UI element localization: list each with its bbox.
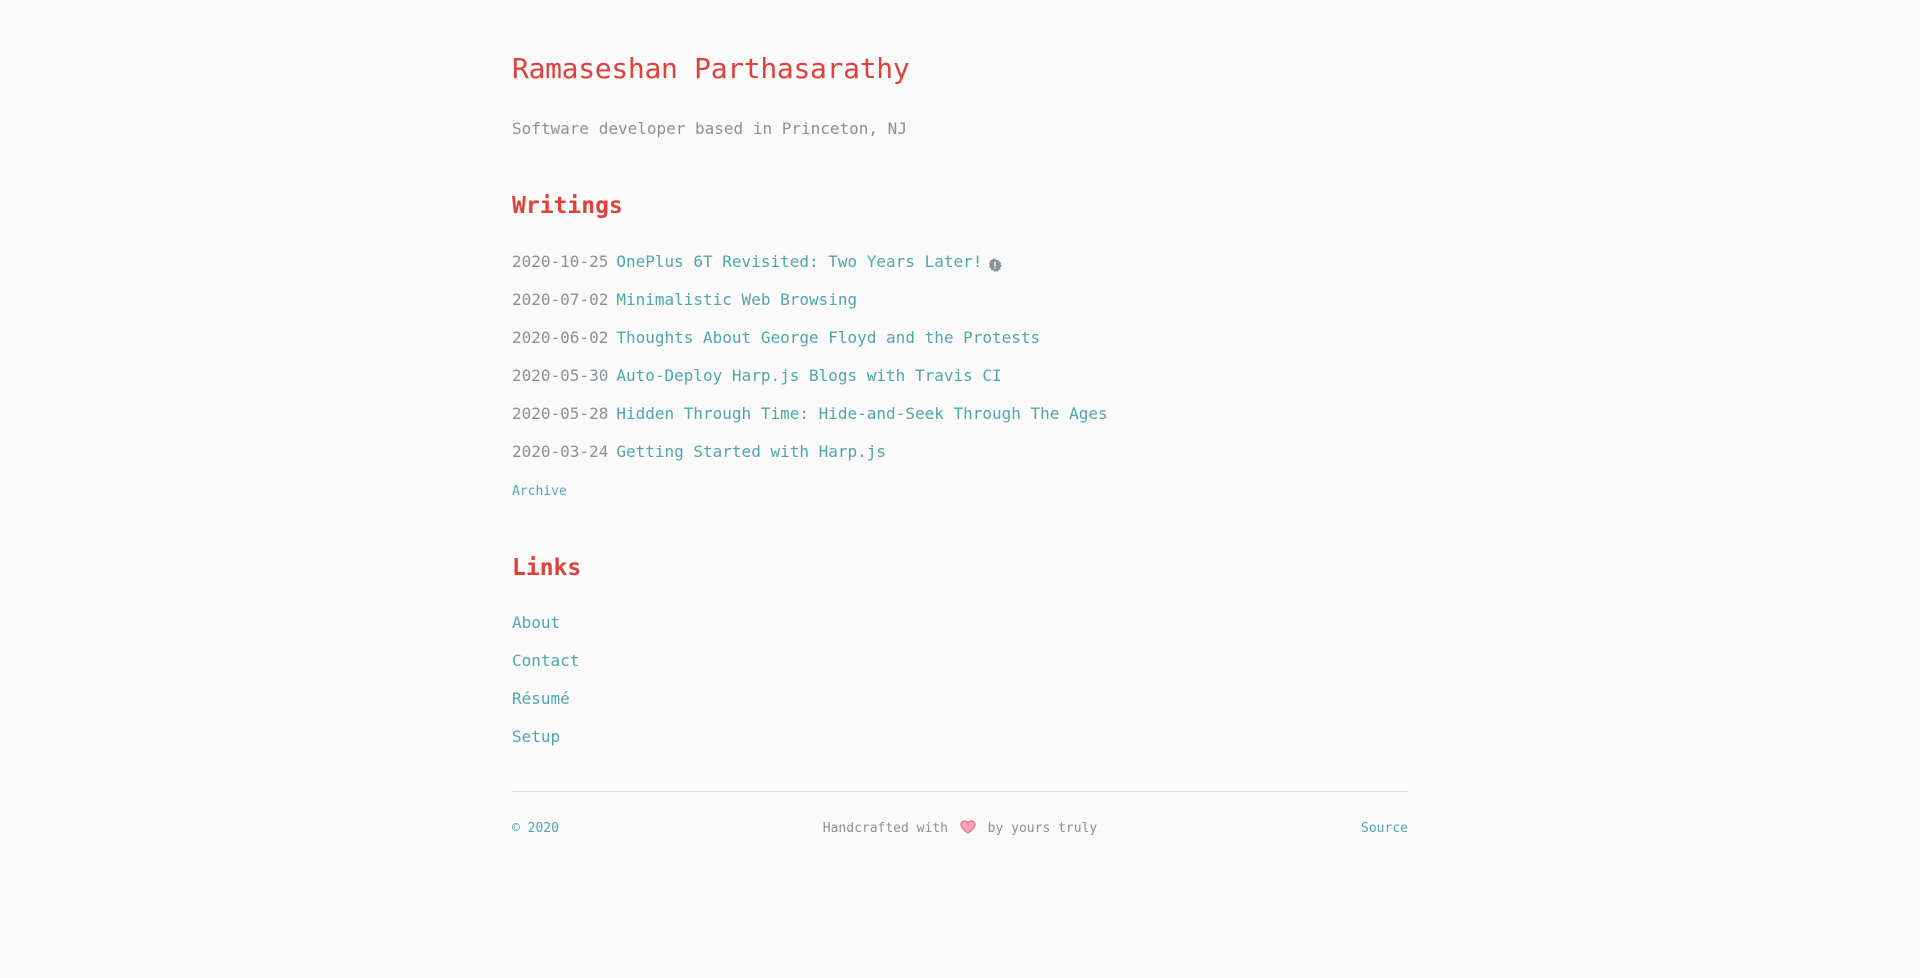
link-contact[interactable]: Contact bbox=[512, 651, 579, 670]
badge-icon bbox=[988, 255, 1003, 272]
writings-heading: Writings bbox=[512, 193, 623, 219]
post-date: 2020-07-02 bbox=[512, 290, 609, 309]
post-item: 2020-07-02 Minimalistic Web Browsing bbox=[512, 288, 1108, 326]
footer: © 2020 Handcrafted with by yours truly S… bbox=[512, 818, 1408, 840]
writings-list: 2020-10-25 OnePlus 6T Revisited: Two Yea… bbox=[512, 250, 1108, 478]
link-item: Résumé bbox=[512, 687, 579, 725]
post-link[interactable]: Getting Started with Harp.js bbox=[616, 440, 886, 464]
footer-divider bbox=[512, 791, 1408, 792]
post-link[interactable]: Auto-Deploy Harp.js Blogs with Travis CI bbox=[616, 364, 1001, 388]
handcrafted-suffix: by yours truly bbox=[987, 821, 1098, 836]
post-item: 2020-05-30 Auto-Deploy Harp.js Blogs wit… bbox=[512, 364, 1108, 402]
post-date: 2020-05-30 bbox=[512, 366, 609, 385]
post-date: 2020-06-02 bbox=[512, 328, 609, 347]
post-date: 2020-10-25 bbox=[512, 252, 609, 271]
post-link[interactable]: Thoughts About George Floyd and the Prot… bbox=[616, 326, 1040, 350]
post-item: 2020-06-02 Thoughts About George Floyd a… bbox=[512, 326, 1108, 364]
post-link[interactable]: Hidden Through Time: Hide-and-Seek Throu… bbox=[616, 402, 1107, 426]
archive-link[interactable]: Archive bbox=[512, 484, 567, 499]
links-list: About Contact Résumé Setup bbox=[512, 611, 579, 763]
link-setup[interactable]: Setup bbox=[512, 727, 560, 746]
post-link[interactable]: OnePlus 6T Revisited: Two Years Later! bbox=[616, 250, 982, 274]
site-title[interactable]: Ramaseshan Parthasarathy bbox=[512, 52, 910, 85]
handcrafted-prefix: Handcrafted with bbox=[822, 821, 948, 836]
footer-handcrafted: Handcrafted with by yours truly bbox=[512, 818, 1408, 840]
link-item: Contact bbox=[512, 649, 579, 687]
link-about[interactable]: About bbox=[512, 613, 560, 632]
source-link[interactable]: Source bbox=[1361, 818, 1408, 840]
post-link[interactable]: Minimalistic Web Browsing bbox=[616, 288, 857, 312]
links-heading: Links bbox=[512, 555, 582, 581]
post-item: 2020-03-24 Getting Started with Harp.js bbox=[512, 440, 1108, 478]
site-tagline: Software developer based in Princeton, N… bbox=[512, 119, 907, 138]
link-resume[interactable]: Résumé bbox=[512, 689, 570, 708]
post-item: 2020-10-25 OnePlus 6T Revisited: Two Yea… bbox=[512, 250, 1108, 288]
link-item: About bbox=[512, 611, 579, 649]
link-item: Setup bbox=[512, 725, 579, 763]
heart-icon bbox=[960, 820, 976, 834]
post-item: 2020-05-28 Hidden Through Time: Hide-and… bbox=[512, 402, 1108, 440]
post-date: 2020-03-24 bbox=[512, 442, 609, 461]
post-date: 2020-05-28 bbox=[512, 404, 609, 423]
